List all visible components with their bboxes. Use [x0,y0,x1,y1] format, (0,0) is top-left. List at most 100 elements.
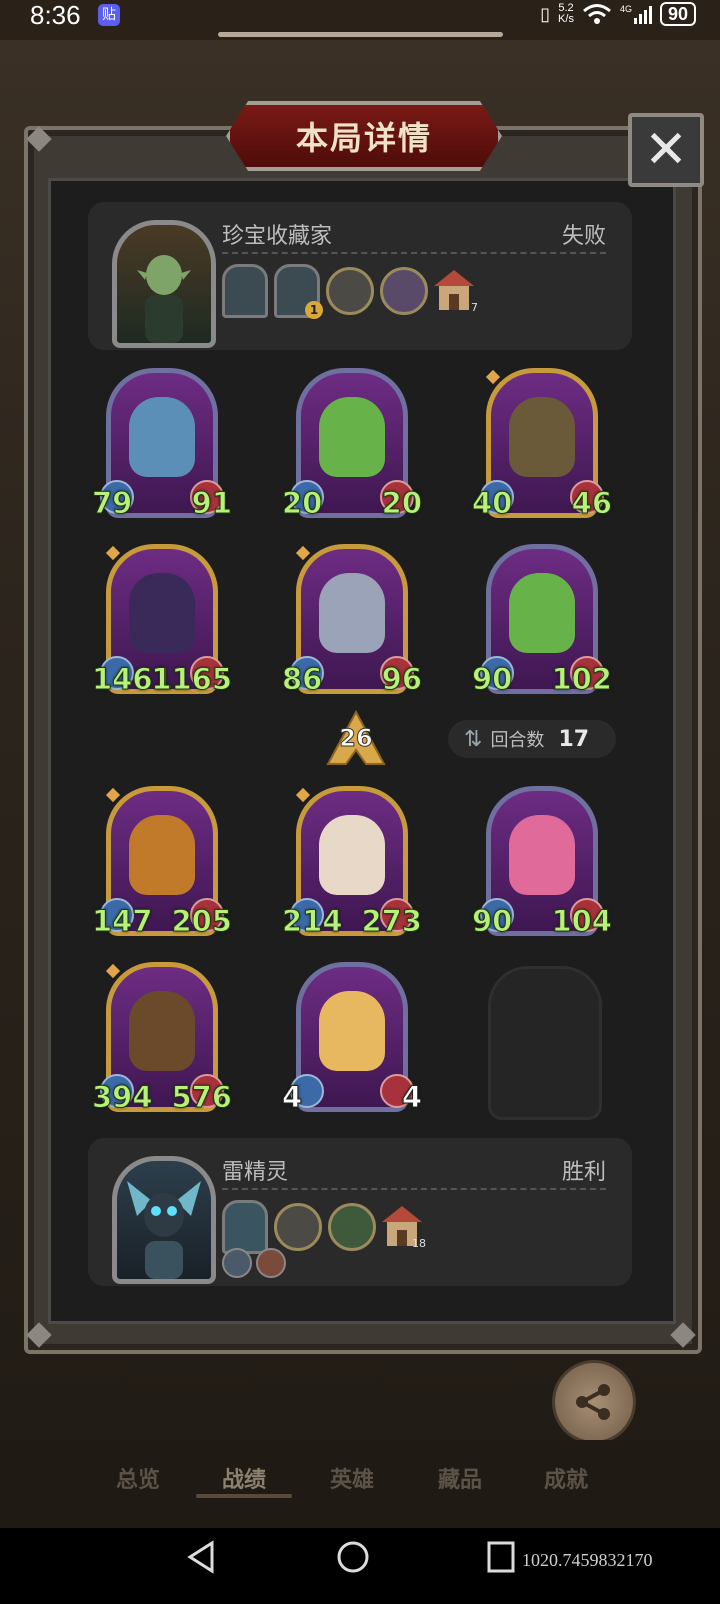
house-icon[interactable]: 7 [434,270,478,314]
unit-attack: 147 [92,904,154,939]
bandit-archer-icon [509,397,575,477]
player-result: 胜利 [561,1160,606,1185]
wifi-icon [582,4,611,24]
unit-health: 205 [171,904,233,939]
unit-card-bandit-archer[interactable]: 40 46 [471,368,613,521]
unit-card-pumpkin-monster[interactable]: 147 205 [92,786,232,939]
recents-icon[interactable] [486,1540,516,1574]
unit-health: 91 [191,486,232,521]
unit-card-tiki-totem[interactable]: 394 576 [92,962,232,1115]
battery-icon: 90 [659,2,696,26]
unit-health: 1165 [151,662,233,697]
status-right-icons: ▯ 5.2 K/s 4G 90 [540,2,696,26]
unit-attack: 79 [91,486,133,521]
unit-card-apple-frog[interactable]: 20 20 [281,368,423,521]
hamster-icon [319,991,385,1071]
unit-card-rose-lady[interactable]: 90 104 [471,786,612,939]
golden-star-icon [295,545,311,561]
empty-unit-slot [488,966,602,1120]
armored-knight-icon [319,573,385,653]
unit-attack: 90 [471,904,513,939]
opponent-name: 珍宝收藏家 [222,224,333,249]
unit-health: 20 [381,486,422,521]
unit-health: 46 [571,486,612,521]
opponent-avatar [112,220,216,348]
opponent-items: 1 7 [222,264,478,319]
apple-frog-icon [509,573,575,653]
unit-health: 102 [551,662,613,697]
unit-card-apple-frog[interactable]: 90 102 [471,544,612,697]
house-icon[interactable]: 18 [382,1206,426,1250]
divider [222,1188,606,1190]
player-buffs [222,1248,286,1278]
player-card: 雷精灵 胜利 18 [88,1138,632,1286]
vibrate-icon: ▯ [540,3,551,24]
opponent-card: 珍宝收藏家 失败 1 7 [88,202,632,350]
swap-rounds-icon: ⇅ [464,726,483,752]
close-button[interactable]: ✕ [628,113,704,187]
rounds-value: 17 [558,726,590,752]
divider [222,252,606,254]
unit-attack: 86 [281,662,323,697]
rounds-label: 回合数 [490,730,545,751]
tier-number: 26 [339,724,373,753]
tab-1[interactable]: 战绩 [222,1462,266,1494]
golden-star-icon [485,369,501,385]
active-tab-indicator [196,1494,292,1498]
dialog-title: 本局详情 [295,119,432,157]
tab-4[interactable]: 成就 [544,1462,588,1494]
close-icon: ✕ [644,120,688,180]
companion-item-icon[interactable] [326,267,374,315]
player-items: 18 [222,1200,426,1254]
elf-sorceress-icon [129,397,195,477]
dragon-item-icon[interactable] [328,1203,376,1251]
unit-health: 4 [401,1080,422,1115]
card-item-icon[interactable] [222,264,268,318]
net-speed-unit: K/s [558,13,574,25]
unit-card-elf-sorceress[interactable]: 79 91 [91,368,233,521]
unit-health: 576 [171,1080,233,1115]
home-icon[interactable] [336,1540,370,1574]
coordinate-readout: 1020.7459832170 [522,1550,653,1570]
network-type: 4G [619,4,632,14]
status-time: 8:36 [30,0,81,30]
tab-3[interactable]: 藏品 [438,1462,482,1494]
rose-lady-icon [509,815,575,895]
level-badge: 1 [305,301,323,319]
signal-icon: 4G [620,4,652,24]
golden-star-icon [105,963,121,979]
unit-health: 104 [551,904,613,939]
unit-card-hamster[interactable]: 44 [281,962,423,1115]
unit-attack: 20 [281,486,323,521]
pumpkin-monster-icon [129,815,195,895]
unit-attack: 40 [471,486,513,521]
chef-icon [319,815,385,895]
back-icon[interactable] [186,1540,216,1574]
unit-attack: 4 [281,1080,303,1115]
unit-card-chef[interactable]: 214 273 [282,786,422,939]
unit-card-armored-knight[interactable]: 86 96 [281,544,423,697]
house-count: 7 [471,301,478,314]
unit-attack: 90 [471,662,513,697]
card-item-icon[interactable]: 1 [274,264,323,319]
tab-0[interactable]: 总览 [116,1462,160,1494]
tab-2[interactable]: 英雄 [330,1462,374,1494]
player-name: 雷精灵 [222,1160,289,1185]
unit-attack: 394 [92,1080,154,1115]
spiral-buff-icon[interactable] [256,1248,286,1278]
unit-card-shadow-dragon[interactable]: 1461 1165 [92,544,232,697]
top-drag-handle[interactable] [218,32,503,37]
golden-star-icon [105,787,121,803]
share-button[interactable] [552,1360,636,1444]
fire-item-icon[interactable] [274,1203,322,1251]
status-bar: 8:36 贴 ▯ 5.2 K/s 4G 90 [0,0,720,30]
weapon-item-icon[interactable] [380,267,428,315]
sword-buff-icon[interactable] [222,1248,252,1278]
card-item-icon[interactable] [222,1200,268,1254]
apple-frog-icon [319,397,385,477]
share-icon [576,1384,610,1420]
house-count: 18 [412,1237,426,1250]
unit-attack: 214 [282,904,344,939]
player-avatar [112,1156,216,1284]
unit-health: 273 [361,904,423,939]
